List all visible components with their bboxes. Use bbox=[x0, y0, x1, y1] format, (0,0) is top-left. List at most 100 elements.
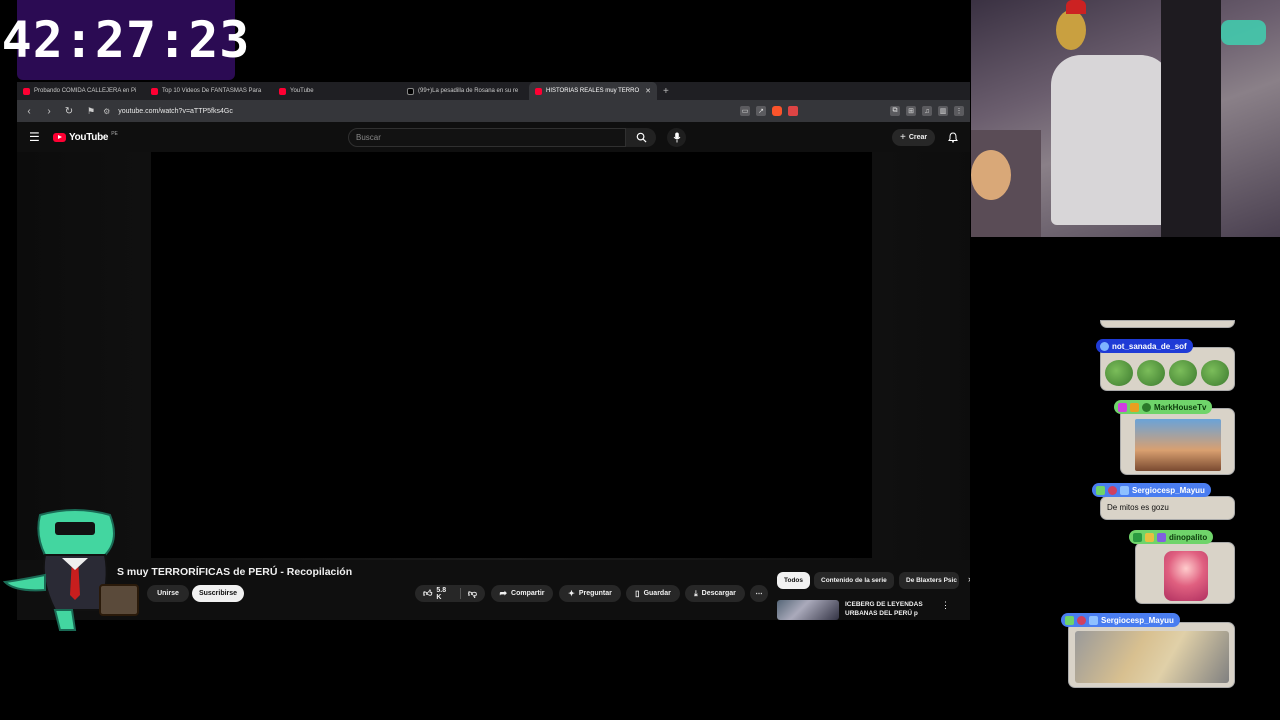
chips-next-icon[interactable]: › bbox=[968, 574, 970, 584]
sub-badge-icon bbox=[1077, 615, 1086, 625]
youtube-logo[interactable]: YouTube PE bbox=[53, 130, 118, 143]
dino-mascot-icon bbox=[2, 509, 139, 631]
video-player[interactable] bbox=[151, 152, 872, 558]
chat-message bbox=[1100, 347, 1235, 391]
pepe-emote-icon bbox=[1169, 360, 1197, 386]
tune-icon[interactable]: ⚙ bbox=[103, 107, 110, 116]
browser-tab[interactable]: YouTube bbox=[273, 82, 401, 100]
media-icon[interactable]: ♫ bbox=[922, 106, 932, 116]
gift-badge-icon bbox=[1120, 485, 1129, 495]
share-button[interactable]: ➦ Compartir bbox=[491, 585, 553, 602]
video-title: S muy TERRORÍFICAS de PERÚ - Recopilació… bbox=[117, 566, 353, 578]
cast-icon[interactable]: ▭ bbox=[740, 106, 750, 116]
subscribe-label: Suscribirse bbox=[198, 590, 238, 597]
search-icon bbox=[636, 132, 647, 143]
vip-badge-icon bbox=[1142, 402, 1151, 412]
youtube-icon bbox=[279, 87, 286, 95]
recommendation-thumbnail bbox=[777, 600, 839, 620]
chip-from-channel[interactable]: De Blaxters Psic bbox=[899, 572, 959, 589]
mod-badge-icon bbox=[1096, 485, 1105, 495]
chat-overlay: not_sanada_de_sof MarkHouseTv De mitos e… bbox=[1000, 320, 1280, 720]
plus-icon: + bbox=[900, 132, 906, 143]
subscribe-button[interactable]: Suscribirse bbox=[192, 585, 244, 602]
create-label: Crear bbox=[908, 134, 928, 141]
logo-region: PE bbox=[111, 130, 118, 137]
rewards-icon[interactable] bbox=[788, 106, 798, 116]
browser-tab[interactable]: Probando COMIDA CALLEJERA en Pi bbox=[17, 82, 145, 100]
brave-shield-icon[interactable] bbox=[772, 106, 782, 116]
share-icon[interactable]: ↗ bbox=[756, 106, 766, 116]
forward-icon[interactable]: › bbox=[43, 106, 55, 117]
thumbs-down-icon[interactable]: 👎︎ bbox=[468, 588, 477, 599]
menu-icon[interactable]: ⋮ bbox=[954, 106, 964, 116]
chat-username-tag: MarkHouseTv bbox=[1114, 400, 1213, 414]
url-field[interactable]: ⚑ ⚙ youtube.com/watch?v=aTTP5fks4Gc bbox=[83, 103, 623, 119]
mod-badge-icon bbox=[1065, 615, 1074, 625]
search-placeholder: Buscar bbox=[356, 133, 381, 142]
voice-search-button[interactable] bbox=[667, 128, 686, 147]
reload-icon[interactable]: ↻ bbox=[63, 106, 75, 117]
sub-badge-icon bbox=[1118, 402, 1127, 412]
browser-tab-active[interactable]: HISTORIAS REALES muy TERRO ✕ bbox=[529, 82, 657, 100]
download-button[interactable]: ⤓ Descargar bbox=[685, 585, 745, 602]
cam-person bbox=[1161, 0, 1221, 237]
chat-username-tag: Sergiocesp_Mayuu bbox=[1061, 613, 1180, 627]
address-bar: ‹ › ↻ ⚑ ⚙ youtube.com/watch?v=aTTP5fks4G… bbox=[17, 100, 970, 122]
extension-icon[interactable]: ⧉ bbox=[890, 106, 900, 116]
search-button[interactable] bbox=[626, 128, 656, 147]
chat-username: MarkHouseTv bbox=[1154, 402, 1207, 412]
tab-label: HISTORIAS REALES muy TERRO bbox=[546, 88, 640, 94]
tab-label: YouTube bbox=[290, 88, 314, 94]
cam-plush bbox=[971, 150, 1011, 200]
download-icon: ⤓ bbox=[694, 588, 698, 598]
tab-bar: Probando COMIDA CALLEJERA en Pi Top 10 V… bbox=[17, 82, 970, 100]
browser-tab[interactable]: (99+)La pesadilla de Rosana en su re bbox=[401, 82, 529, 100]
youtube-play-icon bbox=[53, 132, 66, 142]
create-button[interactable]: + Crear bbox=[892, 129, 936, 146]
menu-hamburger-icon[interactable]: ☰ bbox=[29, 130, 43, 144]
bell-icon bbox=[948, 131, 958, 143]
new-tab-icon[interactable]: + bbox=[657, 86, 675, 97]
notifications-button[interactable] bbox=[945, 129, 961, 145]
save-button[interactable]: ▯ Guardar bbox=[626, 585, 680, 602]
chat-username: Sergiocesp_Mayuu bbox=[1101, 615, 1174, 625]
chip-label: Contenido de la serie bbox=[821, 577, 887, 584]
microphone-icon bbox=[673, 132, 680, 143]
tiktok-icon bbox=[407, 87, 414, 95]
back-icon[interactable]: ‹ bbox=[23, 106, 35, 117]
chat-message bbox=[1135, 542, 1235, 604]
close-tab-icon[interactable]: ✕ bbox=[645, 87, 651, 95]
verified-badge-icon bbox=[1157, 532, 1166, 542]
youtube-icon bbox=[535, 87, 542, 95]
search-input[interactable]: Buscar bbox=[348, 128, 626, 147]
logo-text: YouTube bbox=[69, 131, 109, 143]
bookmark-save-icon: ▯ bbox=[635, 589, 640, 598]
pepe-emote-icon bbox=[1105, 360, 1133, 386]
chip-label: Todos bbox=[784, 577, 804, 584]
recommendation-item[interactable]: ICEBERG DE LEYENDAS URBANAS DEL PERÚ p ⋮ bbox=[777, 600, 967, 620]
chat-gif-image bbox=[1075, 631, 1229, 683]
like-divider bbox=[459, 588, 461, 599]
youtube-masthead: ☰ YouTube PE Buscar + Crear bbox=[17, 122, 970, 152]
meme-image bbox=[1135, 419, 1221, 471]
thumbs-up-icon[interactable]: 👍︎ bbox=[423, 588, 432, 599]
stream-layout: 42:27:23 Probando COMIDA CALLEJERA en Pi… bbox=[0, 0, 1280, 720]
more-vert-icon[interactable]: ⋮ bbox=[941, 600, 950, 620]
chip-all[interactable]: Todos bbox=[777, 572, 811, 589]
ask-button[interactable]: ✦ Preguntar bbox=[559, 585, 621, 602]
more-actions-button[interactable]: ⋯ bbox=[750, 585, 768, 602]
pepe-emote-icon bbox=[1137, 360, 1165, 386]
like-count[interactable]: 5.8 K bbox=[436, 587, 452, 601]
chip-label: De Blaxters Psic bbox=[906, 577, 957, 584]
sidebar-icon[interactable]: ▥ bbox=[938, 106, 948, 116]
share-arrow-icon: ➦ bbox=[499, 588, 508, 598]
join-button[interactable]: Unirse bbox=[147, 585, 189, 602]
share-label: Compartir bbox=[511, 590, 545, 597]
screenshot-icon[interactable]: ⊞ bbox=[906, 106, 916, 116]
cam-chair-cover bbox=[1051, 55, 1171, 225]
join-label: Unirse bbox=[157, 590, 179, 597]
chip-series-content[interactable]: Contenido de la serie bbox=[814, 572, 894, 589]
bookmark-icon[interactable]: ⚑ bbox=[87, 106, 95, 117]
browser-tab[interactable]: Top 10 Videos De FANTASMAS Para bbox=[145, 82, 273, 100]
tab-label: Probando COMIDA CALLEJERA en Pi bbox=[34, 88, 137, 94]
